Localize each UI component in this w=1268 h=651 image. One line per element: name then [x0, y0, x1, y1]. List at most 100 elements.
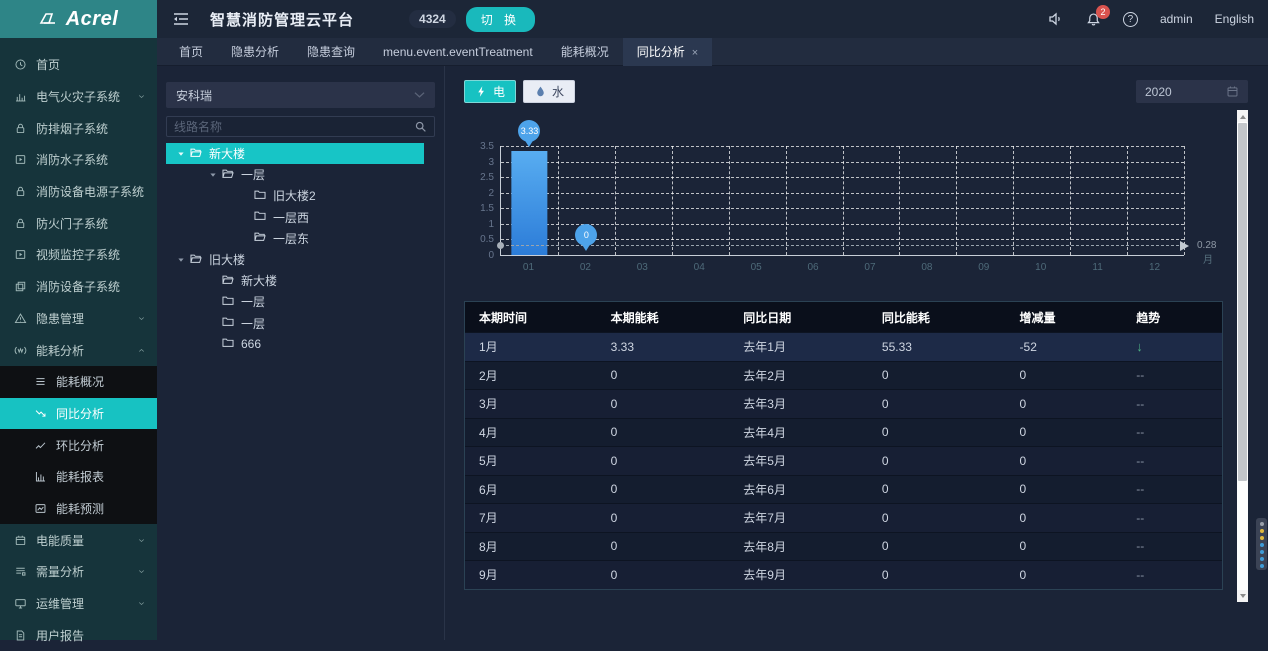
caret-down-icon[interactable] [176, 149, 186, 159]
sidebar-item-4[interactable]: 消防水子系统 [0, 144, 157, 176]
sidebar-item-14[interactable]: 用户报告 [0, 619, 157, 651]
sidebar-subitem-label: 能耗概况 [56, 373, 104, 390]
electric-button[interactable]: 电 [464, 80, 516, 103]
tree-node-2[interactable]: 一层 [166, 164, 424, 185]
table-row[interactable]: 6月0去年6月00-- [465, 475, 1222, 504]
sidebar-item-10[interactable]: 能耗分析 [0, 334, 157, 366]
help-icon[interactable]: ? [1123, 12, 1138, 27]
tree-node-8[interactable]: 一层 [166, 291, 424, 312]
tree-node-10[interactable]: 666 [166, 334, 424, 355]
table-row[interactable]: 9月0去年9月00-- [465, 560, 1222, 589]
chevron-down [136, 567, 147, 576]
data-point-marker[interactable]: 0 [575, 224, 597, 246]
play-square-icon [14, 248, 27, 261]
trend-none: -- [1136, 397, 1144, 411]
sidebar-item-3[interactable]: 防排烟子系统 [0, 112, 157, 144]
table-row[interactable]: 5月0去年5月00-- [465, 446, 1222, 475]
table-header-cell: 同比日期 [729, 309, 868, 326]
scroll-up-button[interactable] [1237, 110, 1248, 122]
sidebar-item-8[interactable]: 消防设备子系统 [0, 271, 157, 303]
sidebar-item-13[interactable]: 运维管理 [0, 588, 157, 620]
reference-line-dot [497, 242, 504, 249]
tab-close-icon[interactable]: × [692, 47, 698, 59]
water-button[interactable]: 水 [523, 80, 575, 103]
topbar: 智慧消防管理云平台 4324 切 换 2 ? admin English [157, 0, 1268, 38]
tree-node-6[interactable]: 旧大楼 [166, 249, 424, 270]
tree-node-3[interactable]: 旧大楼2 [166, 185, 424, 206]
table-row[interactable]: 2月0去年2月00-- [465, 361, 1222, 390]
sidebar-item-9[interactable]: 隐患管理 [0, 303, 157, 335]
table-cell: 0 [868, 511, 1006, 525]
table-cell: 0 [1006, 511, 1123, 525]
table-cell: 0 [597, 482, 730, 496]
user-menu[interactable]: admin [1160, 12, 1193, 26]
line-search-input[interactable] [174, 120, 414, 134]
caret-down-icon[interactable] [176, 255, 186, 265]
sidebar-item-5[interactable]: 消防设备电源子系统 [0, 176, 157, 208]
chevron-down [136, 536, 147, 545]
table-row[interactable]: 7月0去年7月00-- [465, 503, 1222, 532]
tree-node-1[interactable]: 新大楼 [166, 143, 424, 164]
sidebar-item-label: 消防设备子系统 [36, 278, 120, 295]
sidebar-item-2[interactable]: 电气火灾子系统 [0, 81, 157, 113]
x-axis-tick-label: 03 [637, 262, 648, 273]
sidebar-subitem-3[interactable]: 环比分析 [0, 429, 157, 461]
search-icon[interactable] [414, 120, 427, 133]
trend-down-icon [34, 407, 47, 420]
forecast-icon [34, 502, 47, 515]
sidebar-item-6[interactable]: 防火门子系统 [0, 207, 157, 239]
x-axis-tick-label: 12 [1149, 262, 1160, 273]
tab-2[interactable]: 隐患分析 [217, 38, 293, 66]
sidebar-subitem-1[interactable]: 能耗概况 [0, 366, 157, 398]
tab-6[interactable]: 同比分析× [623, 38, 712, 66]
tab-3[interactable]: 隐患查询 [293, 38, 369, 66]
sidebar-subitem-5[interactable]: 能耗预测 [0, 493, 157, 525]
tree-node-9[interactable]: 一层 [166, 313, 424, 334]
sidebar-item-11[interactable]: 电能质量 [0, 524, 157, 556]
copy-icon [14, 280, 27, 293]
table-cell: 3月 [465, 395, 597, 412]
y-axis-tick-label: 1 [466, 219, 494, 230]
energy-type-toggle: 电水 [464, 80, 575, 103]
scroll-down-button[interactable] [1237, 590, 1248, 602]
table-cell: 0 [868, 368, 1006, 382]
collapse-sidebar-icon[interactable] [173, 12, 189, 26]
table-cell: 去年8月 [729, 538, 868, 555]
chevron-down [136, 599, 147, 608]
page-title: 智慧消防管理云平台 [210, 9, 354, 30]
x-axis-tick-label: 11 [1092, 262, 1102, 273]
chart-plot-area: 3.330 [500, 146, 1184, 256]
table-row[interactable]: 3月0去年3月00-- [465, 389, 1222, 418]
vertical-scrollbar[interactable] [1237, 110, 1248, 602]
chart-bar[interactable] [512, 151, 547, 255]
table-row[interactable]: 8月0去年8月00-- [465, 532, 1222, 561]
language-switch[interactable]: English [1215, 12, 1254, 26]
tab-1[interactable]: 首页 [165, 38, 217, 66]
table-header-cell: 本期时间 [465, 309, 597, 326]
tree-node-4[interactable]: 一层西 [166, 207, 424, 228]
table-row[interactable]: 4月0去年4月00-- [465, 418, 1222, 447]
sidebar-item-7[interactable]: 视频监控子系统 [0, 239, 157, 271]
sidebar-item-1[interactable]: 首页 [0, 49, 157, 81]
notifications-bell[interactable]: 2 [1086, 12, 1101, 27]
mini-indicator-widget[interactable] [1256, 518, 1267, 570]
tab-5[interactable]: 能耗概况 [547, 38, 623, 66]
switch-button[interactable]: 切 换 [466, 7, 535, 32]
sidebar-subitem-4[interactable]: 能耗报表 [0, 461, 157, 493]
tree-node-7[interactable]: 新大楼 [166, 270, 424, 291]
caret-down-icon[interactable] [208, 170, 218, 180]
data-point-marker[interactable]: 3.33 [518, 120, 540, 142]
x-axis-tick-label: 06 [807, 262, 818, 273]
table-row[interactable]: 1月3.33去年1月55.33-52↓ [465, 332, 1222, 361]
sidebar-subitem-2[interactable]: 同比分析 [0, 398, 157, 430]
sidebar-item-12[interactable]: 需量分析 [0, 556, 157, 588]
year-picker[interactable]: 2020 [1136, 80, 1248, 103]
tab-label: 隐患分析 [231, 45, 279, 59]
building-select[interactable]: 安科瑞 [166, 82, 435, 108]
table-header-cell: 趋势 [1122, 309, 1222, 326]
table-header-cell: 同比能耗 [868, 309, 1006, 326]
scrollbar-thumb[interactable] [1238, 123, 1247, 481]
speaker-icon[interactable] [1048, 12, 1064, 26]
tab-4[interactable]: menu.event.eventTreatment [369, 38, 547, 66]
tree-node-5[interactable]: 一层东 [166, 228, 424, 249]
